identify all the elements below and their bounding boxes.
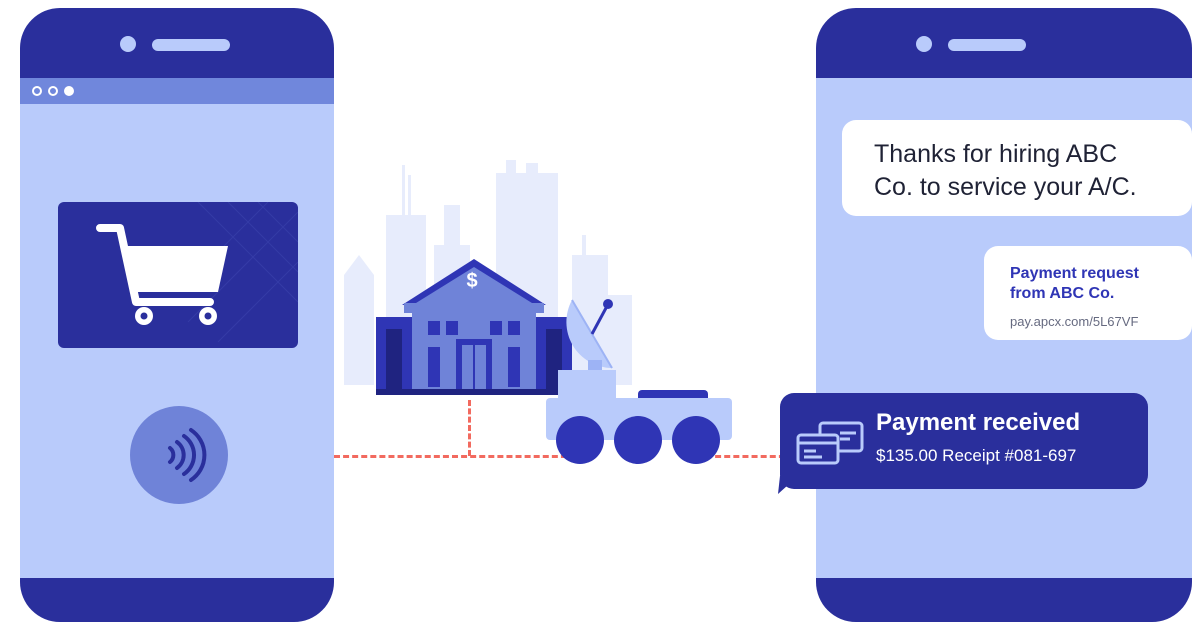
left-phone-speaker — [152, 39, 230, 51]
browser-dot-2[interactable] — [48, 86, 58, 96]
browser-bar — [20, 78, 334, 104]
contactless-payment-icon — [168, 428, 207, 482]
left-phone-screen — [20, 78, 334, 578]
left-phone — [20, 8, 334, 622]
right-phone-speaker — [948, 39, 1026, 51]
payment-received-tail — [778, 476, 798, 494]
thanks-message-text: Thanks for hiring ABC Co. to service you… — [874, 140, 1137, 201]
payment-received-notification[interactable]: Payment received $135.00 Receipt #081-69… — [780, 393, 1148, 489]
bank-dollar-sign: $ — [466, 270, 478, 292]
payment-request-title: Payment request from ABC Co. — [1010, 265, 1139, 302]
nfc-pay-button[interactable] — [130, 406, 228, 504]
payment-request-bubble[interactable]: Payment request from ABC Co. pay.apcx.co… — [984, 246, 1192, 340]
browser-dot-1[interactable] — [32, 86, 42, 96]
shopping-cart-icon — [96, 224, 228, 325]
credit-cards-icon — [796, 421, 864, 465]
thanks-message-bubble: Thanks for hiring ABC Co. to service you… — [842, 120, 1192, 216]
satellite-truck-icon — [546, 299, 732, 464]
payment-received-title: Payment received — [876, 409, 1081, 436]
cart-card-pattern — [96, 202, 298, 343]
payment-request-link[interactable]: pay.apcx.com/5L67VF — [1010, 314, 1138, 330]
connection-line-left — [334, 455, 576, 458]
browser-dot-3[interactable] — [64, 86, 74, 96]
left-phone-camera — [120, 36, 136, 52]
right-phone-camera — [916, 36, 932, 52]
cart-card[interactable] — [58, 202, 298, 348]
payment-received-details: $135.00 Receipt #081-697 — [876, 446, 1077, 465]
connection-line-bank — [468, 400, 471, 456]
